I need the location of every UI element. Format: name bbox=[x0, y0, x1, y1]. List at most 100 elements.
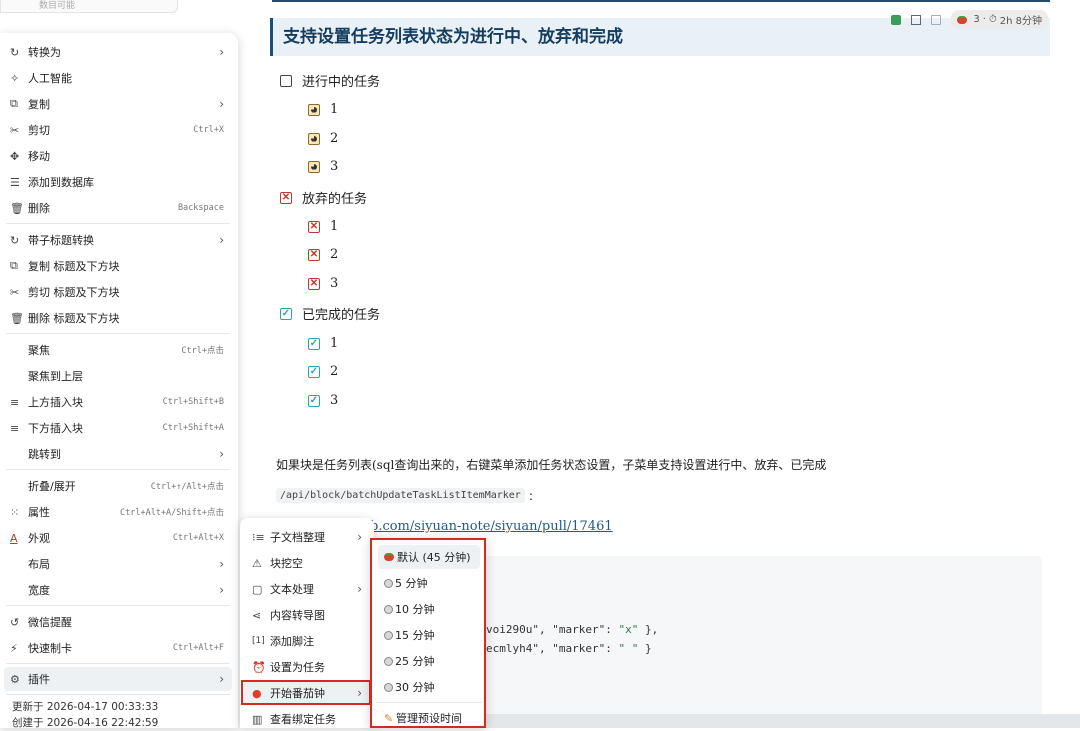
task-list-icon: ▥ bbox=[252, 712, 263, 726]
checked-icon[interactable]: ✓ bbox=[308, 365, 320, 378]
code-line: ecmlyh4", "marker": " " } bbox=[486, 642, 652, 655]
code-line: voi290u", "marker": "x" }, bbox=[486, 623, 659, 636]
sparkle-icon: ✧ bbox=[10, 71, 20, 85]
clock-icon bbox=[384, 604, 393, 614]
checked-icon[interactable]: ✓ bbox=[280, 307, 292, 320]
reminder-icon: ↺ bbox=[10, 615, 20, 629]
in-progress-icon[interactable] bbox=[308, 132, 320, 145]
warning-icon: ⚠ bbox=[252, 556, 262, 570]
chevron-right-icon: › bbox=[219, 233, 224, 247]
menu-item-delete-heading-below[interactable]: 🗑 删除 标题及下方块 bbox=[4, 306, 232, 330]
pomodoro-5[interactable]: 5 分钟 bbox=[378, 571, 480, 595]
api-path: /api/block/batchUpdateTaskListItemMarker bbox=[276, 488, 525, 503]
copy-icon: ⧉ bbox=[10, 259, 18, 272]
menu-item-focus[interactable]: 聚焦 Ctrl+点击 bbox=[4, 338, 232, 362]
timer-icon: ⏱ bbox=[988, 14, 997, 25]
abandoned-icon[interactable]: ✕ bbox=[280, 191, 292, 204]
menu-item-add-to-database[interactable]: ☰ 添加到数据库 bbox=[4, 170, 232, 194]
clipboard-icon[interactable] bbox=[931, 14, 942, 25]
menu-item-convert[interactable]: ↻ 转换为 › bbox=[4, 40, 232, 64]
menu-item-mindmap[interactable]: ⋖ 内容转导图 bbox=[244, 603, 370, 627]
menu-item-fold[interactable]: 折叠/展开 Ctrl+↑/Alt+点击 bbox=[4, 474, 232, 498]
menu-item-width[interactable]: 宽度 › bbox=[4, 578, 232, 602]
menu-item-text-process[interactable]: ▢ 文本处理 › bbox=[244, 577, 370, 601]
menu-item-appearance[interactable]: A 外观 Ctrl+Alt+X bbox=[4, 526, 232, 550]
convert-icon: ↻ bbox=[10, 233, 20, 247]
outline-icon[interactable] bbox=[911, 14, 922, 25]
menu-separator bbox=[6, 469, 230, 470]
abandoned-icon[interactable]: ✕ bbox=[308, 220, 320, 233]
menu-item-footnote[interactable]: [1] 添加脚注 bbox=[244, 629, 370, 653]
list-item: ✕ 2 bbox=[308, 247, 339, 262]
menu-item-cloze[interactable]: ⚠ 块挖空 bbox=[244, 551, 370, 575]
menu-separator bbox=[6, 663, 230, 664]
updated-timestamp: 更新于 2026-04-17 00:33:33 bbox=[12, 701, 159, 713]
pomodoro-badge[interactable]: 3 · ⏱ 2h 8分钟 bbox=[951, 10, 1048, 29]
menu-item-layout[interactable]: 布局 › bbox=[4, 552, 232, 576]
menu-item-copy-heading-below[interactable]: ⧉ 复制 标题及下方块 bbox=[4, 254, 232, 278]
description-paragraph: 如果块是任务列表(sql查询出来的，右键菜单添加任务状态设置，子菜单支持设置进行… bbox=[276, 458, 827, 472]
menu-item-insert-below[interactable]: ≡ 下方插入块 Ctrl+Shift+A bbox=[4, 416, 232, 440]
menu-item-plugins[interactable]: ⚙ 插件 › bbox=[4, 667, 232, 691]
pull-request-link[interactable]: b.com/siyuan-note/siyuan/pull/17461 bbox=[370, 519, 613, 534]
in-progress-icon[interactable] bbox=[308, 160, 320, 173]
menu-item-cut[interactable]: ✂ 剪切 Ctrl+X bbox=[4, 118, 232, 142]
task-status-icon[interactable] bbox=[891, 14, 902, 25]
menu-item-copy[interactable]: ⧉ 复制 › bbox=[4, 92, 232, 116]
pomodoro-30[interactable]: 30 分钟 bbox=[378, 675, 480, 699]
menu-item-attributes[interactable]: ⁙ 属性 Ctrl+Alt+A/Shift+点击 bbox=[4, 500, 232, 524]
menu-item-cut-heading-below[interactable]: ✂ 剪切 标题及下方块 bbox=[4, 280, 232, 304]
chevron-right-icon: › bbox=[357, 582, 362, 596]
clock-icon bbox=[384, 630, 393, 640]
pomodoro-25[interactable]: 25 分钟 bbox=[378, 649, 480, 673]
list-icon: ⁝≡ bbox=[252, 530, 265, 544]
footnote-icon: [1] bbox=[252, 636, 265, 646]
chevron-right-icon: › bbox=[219, 583, 224, 597]
list-item: ✓ 2 bbox=[308, 364, 339, 379]
menu-item-wechat-reminder[interactable]: ↺ 微信提醒 bbox=[4, 610, 232, 634]
convert-icon: ↻ bbox=[10, 45, 20, 59]
highlight-box bbox=[241, 680, 371, 705]
menu-item-subdoc-organize[interactable]: ⁝≡ 子文档整理 › bbox=[244, 525, 370, 549]
attributes-icon: ⁙ bbox=[10, 505, 20, 519]
menu-item-convert-with-subheadings[interactable]: ↻ 带子标题转换 › bbox=[4, 228, 232, 252]
pomodoro-15[interactable]: 15 分钟 bbox=[378, 623, 480, 647]
chevron-right-icon: › bbox=[219, 97, 224, 111]
abandoned-icon[interactable]: ✕ bbox=[308, 248, 320, 261]
task-group-abandoned: ✕ 放弃的任务 bbox=[280, 191, 368, 207]
menu-item-quick-flashcard[interactable]: ⚡ 快速制卡 Ctrl+Alt+F bbox=[4, 636, 232, 660]
in-progress-icon[interactable] bbox=[308, 103, 320, 116]
menu-item-focus-parent[interactable]: 聚焦到上层 bbox=[4, 364, 232, 388]
plugin-icon: ⚙ bbox=[10, 672, 20, 686]
pomodoro-10[interactable]: 10 分钟 bbox=[378, 597, 480, 621]
list-item: 3 bbox=[308, 159, 338, 174]
checked-icon[interactable]: ✓ bbox=[308, 337, 320, 350]
menu-item-set-as-task[interactable]: ⏰ 设置为任务 bbox=[244, 655, 370, 679]
menu-item-ai[interactable]: ✧ 人工智能 bbox=[4, 66, 232, 90]
chevron-right-icon: › bbox=[219, 557, 224, 571]
pomodoro-default[interactable]: 默认 (45 分钟) bbox=[378, 545, 480, 569]
menu-separator bbox=[376, 702, 482, 703]
menu-item-insert-above[interactable]: ≡ 上方插入块 Ctrl+Shift+B bbox=[4, 390, 232, 414]
list-item: ✕ 1 bbox=[308, 219, 339, 234]
insert-above-icon: ≡ bbox=[10, 395, 20, 409]
menu-item-delete[interactable]: 🗑 删除 Backspace bbox=[4, 196, 232, 220]
menu-item-jump-to[interactable]: 跳转到 › bbox=[4, 442, 232, 466]
chevron-right-icon: › bbox=[219, 447, 224, 461]
insert-below-icon: ≡ bbox=[10, 421, 20, 435]
clock-icon bbox=[384, 682, 393, 692]
checkbox-icon[interactable] bbox=[280, 74, 292, 87]
pomodoro-manage-presets[interactable]: ✎ 管理预设时间 bbox=[378, 706, 480, 730]
block-context-menu: ↻ 转换为 › ✧ 人工智能 ⧉ 复制 › ✂ 剪切 Ctrl+X ✥ 移动 ☰ 添加到数据库 🗑… bbox=[0, 33, 238, 729]
trash-icon: 🗑 bbox=[10, 201, 24, 215]
appearance-icon: A bbox=[10, 531, 18, 545]
menu-item-bound-tasks[interactable]: ▥ 查看绑定任务 bbox=[244, 707, 370, 731]
lightning-icon: ⚡ bbox=[10, 641, 18, 655]
pomodoro-submenu: 默认 (45 分钟) 5 分钟 10 分钟 15 分钟 25 分钟 30 分钟 … bbox=[370, 538, 486, 728]
menu-item-move[interactable]: ✥ 移动 bbox=[4, 144, 232, 168]
list-item: 2 bbox=[308, 131, 338, 146]
list-item: ✓ 3 bbox=[308, 393, 339, 408]
checked-icon[interactable]: ✓ bbox=[308, 394, 320, 407]
task-group-done: ✓ 已完成的任务 bbox=[280, 307, 381, 323]
abandoned-icon[interactable]: ✕ bbox=[308, 277, 320, 290]
